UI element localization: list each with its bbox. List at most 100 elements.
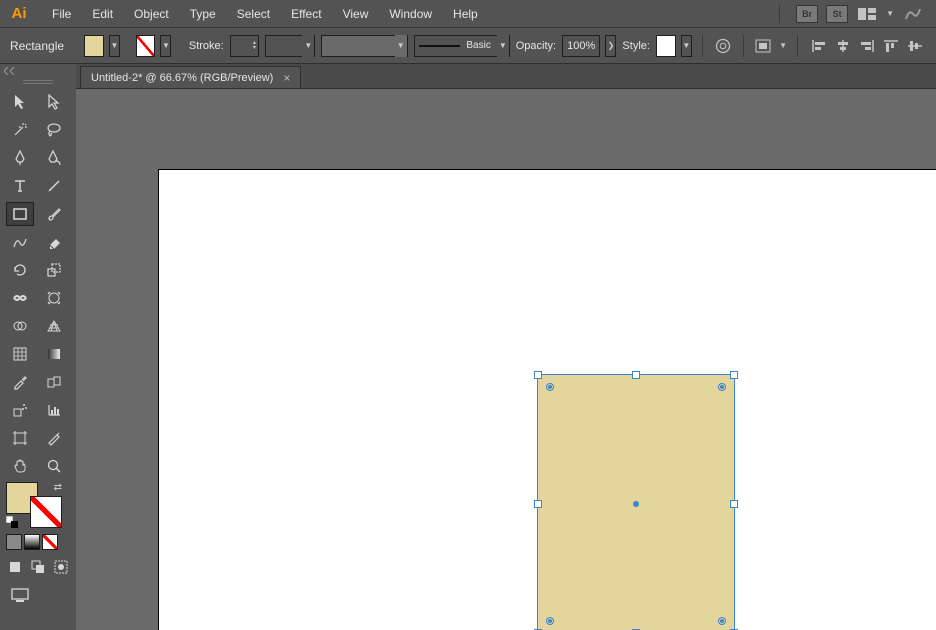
rectangle-shape[interactable] [538,375,734,630]
perspective-grid-tool[interactable] [40,314,68,338]
bridge-button[interactable]: Br [796,5,818,23]
app-logo-icon: Ai [8,3,30,25]
graphic-style-swatch[interactable] [656,35,676,57]
selection-tool[interactable] [6,90,34,114]
scale-tool[interactable] [40,258,68,282]
lasso-tool[interactable] [40,118,68,142]
arrange-documents-icon[interactable] [856,5,878,23]
menu-effect[interactable]: Effect [282,3,330,25]
separator-icon [702,35,703,57]
eraser-tool[interactable] [40,230,68,254]
align-to-icon[interactable] [753,35,773,57]
fill-stroke-control[interactable]: ⇄ [6,482,62,528]
line-segment-tool[interactable] [40,174,68,198]
curvature-tool[interactable] [40,146,68,170]
draw-mode-row [6,558,70,576]
magic-wand-tool[interactable] [6,118,34,142]
opacity-label: Opacity: [516,40,556,52]
separator-icon [743,35,744,57]
artboard-tool[interactable] [6,426,34,450]
shaper-tool[interactable] [6,230,34,254]
paintbrush-tool[interactable] [40,202,68,226]
menu-help[interactable]: Help [444,3,487,25]
stroke-swatch[interactable] [136,35,156,57]
stroke-color-box[interactable] [30,496,62,528]
fill-swatch[interactable] [84,35,104,57]
document-tab-title: Untitled-2* @ 66.67% (RGB/Preview) [91,72,273,84]
panel-collapse-grip[interactable] [0,64,76,78]
color-mode-solid[interactable] [6,534,22,550]
opacity-input[interactable]: 100% [562,35,600,57]
document-tab[interactable]: Untitled-2* @ 66.67% (RGB/Preview) × [80,66,301,88]
menu-window[interactable]: Window [380,3,441,25]
hand-tool[interactable] [6,454,34,478]
shape-builder-tool[interactable] [6,314,34,338]
stroke-line-icon [419,45,461,47]
draw-inside-icon[interactable] [53,558,70,576]
align-vcenter-button[interactable] [904,35,926,57]
swap-fill-stroke-icon[interactable]: ⇄ [54,482,62,493]
free-transform-tool[interactable] [40,286,68,310]
gradient-tool[interactable] [40,342,68,366]
style-dropdown[interactable]: ▼ [681,35,692,57]
recolor-artwork-icon[interactable] [713,35,733,57]
brush-definition[interactable]: Basic ▼ [414,35,510,57]
separator-icon [779,5,780,23]
color-mode-none[interactable] [42,534,58,550]
default-fill-stroke-icon[interactable] [6,516,18,528]
stroke-weight-combo[interactable]: ▼ [265,35,315,57]
variable-width-profile[interactable]: ▼ [321,35,407,57]
align-hcenter-button[interactable] [832,35,854,57]
align-top-button[interactable] [880,35,902,57]
menubar-right-group: Br St ▼ [771,5,936,23]
stroke-label: Stroke: [189,40,224,52]
style-label: Style: [622,40,650,52]
column-graph-tool[interactable] [40,398,68,422]
menu-object[interactable]: Object [125,3,178,25]
gpu-preview-icon[interactable] [902,5,924,23]
stroke-weight-stepper[interactable]: ▴▾ [230,35,259,57]
rotate-tool[interactable] [6,258,34,282]
screen-mode-button[interactable] [6,584,34,606]
pen-tool[interactable] [6,146,34,170]
stroke-dropdown[interactable]: ▼ [160,35,171,57]
zoom-tool[interactable] [40,454,68,478]
document-tabbar: Untitled-2* @ 66.67% (RGB/Preview) × [76,64,936,88]
stock-button[interactable]: St [826,5,848,23]
draw-behind-icon[interactable] [29,558,46,576]
separator-icon [797,35,798,57]
control-bar: Rectangle ▼ ▼ Stroke: ▴▾ ▼ ▼ Basic ▼ Opa… [0,28,936,64]
tools-grid: ⇄ [0,78,76,630]
type-tool[interactable] [6,174,34,198]
color-mode-row [6,534,70,550]
chevron-down-icon[interactable]: ▼ [779,41,787,50]
menu-bar: Ai File Edit Object Type Select Effect V… [0,0,936,28]
mesh-tool[interactable] [6,342,34,366]
menu-type[interactable]: Type [181,3,225,25]
active-tool-name: Rectangle [10,39,78,53]
color-mode-gradient[interactable] [24,534,40,550]
work-area: ⇄ Untitled-2* @ 66.67% ( [0,64,936,630]
menu-view[interactable]: View [334,3,378,25]
align-buttons-group [808,35,926,57]
direct-selection-tool[interactable] [40,90,68,114]
fill-dropdown[interactable]: ▼ [109,35,120,57]
tool-panel: ⇄ [0,64,76,630]
menu-edit[interactable]: Edit [83,3,122,25]
document-area: Untitled-2* @ 66.67% (RGB/Preview) × [76,64,936,630]
slice-tool[interactable] [40,426,68,450]
draw-normal-icon[interactable] [6,558,23,576]
close-tab-icon[interactable]: × [283,71,290,85]
align-right-button[interactable] [856,35,878,57]
canvas-viewport[interactable] [76,88,936,630]
chevron-down-icon[interactable]: ▼ [886,9,894,18]
blend-tool[interactable] [40,370,68,394]
eyedropper-tool[interactable] [6,370,34,394]
menu-file[interactable]: File [43,3,80,25]
menu-select[interactable]: Select [228,3,279,25]
symbol-sprayer-tool[interactable] [6,398,34,422]
width-tool[interactable] [6,286,34,310]
opacity-dropdown[interactable]: ❯ [605,35,616,57]
align-left-button[interactable] [808,35,830,57]
rectangle-tool[interactable] [6,202,34,226]
